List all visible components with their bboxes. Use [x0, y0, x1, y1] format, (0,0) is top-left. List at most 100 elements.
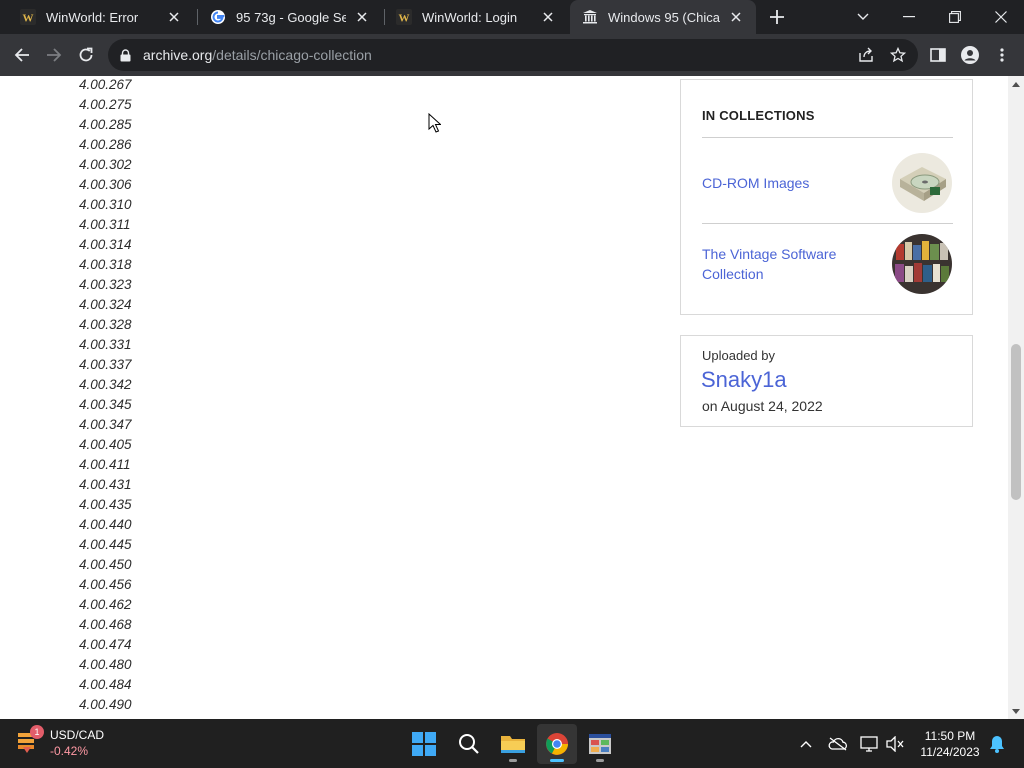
- speaker-muted-icon: [886, 736, 904, 752]
- forward-arrow-icon: [47, 48, 62, 62]
- chevron-down-icon: [857, 13, 869, 20]
- close-icon[interactable]: [166, 9, 182, 25]
- google-icon: [210, 9, 226, 25]
- scroll-up-arrow[interactable]: [1008, 76, 1024, 92]
- version-list-item: 4.00.468: [79, 617, 132, 632]
- taskbar-search-button[interactable]: [449, 724, 489, 764]
- minimize-button[interactable]: [886, 0, 932, 34]
- version-list-item: 4.00.490: [79, 697, 132, 712]
- tab-title: WinWorld: Login: [422, 9, 518, 25]
- collections-heading: IN COLLECTIONS: [702, 108, 815, 123]
- collection-link-vintage-software[interactable]: The Vintage Software Collection: [702, 244, 872, 284]
- version-list-item: 4.00.318: [79, 257, 132, 272]
- plus-icon: [770, 10, 784, 24]
- windows-logo-icon: [412, 732, 436, 756]
- running-indicator: [596, 759, 604, 762]
- caret-down-icon: [1012, 708, 1020, 714]
- file-explorer-button[interactable]: [493, 724, 533, 764]
- version-list-item: 4.00.345: [79, 397, 132, 412]
- app-taskbar-button[interactable]: [580, 724, 620, 764]
- folder-icon: [501, 736, 525, 753]
- divider: [702, 137, 953, 138]
- start-button[interactable]: [404, 724, 444, 764]
- side-panel-button[interactable]: [922, 39, 954, 71]
- version-list-item: 4.00.323: [79, 277, 132, 292]
- stock-widget[interactable]: 1 USD/CAD -0.42%: [14, 725, 104, 759]
- menu-button[interactable]: [986, 39, 1018, 71]
- stock-change: -0.42%: [50, 744, 89, 758]
- share-button[interactable]: [850, 39, 882, 71]
- collection-link-cd-rom-images[interactable]: CD-ROM Images: [702, 173, 809, 193]
- windows-taskbar: 1 USD/CAD -0.42% 11:50 PM 11/24/2023: [0, 719, 1024, 768]
- tab-winworld-error[interactable]: W WinWorld: Error: [8, 0, 194, 34]
- browser-toolbar: archive.org/details/chicago-collection: [0, 34, 1024, 76]
- lock-icon: [120, 48, 131, 61]
- restore-button[interactable]: [932, 0, 978, 34]
- tab-winworld-login[interactable]: W WinWorld: Login: [384, 0, 568, 34]
- network-volume-tray-icon[interactable]: [884, 733, 906, 755]
- close-window-button[interactable]: [978, 0, 1024, 34]
- tab-search-button[interactable]: [840, 0, 886, 34]
- new-tab-button[interactable]: [760, 0, 794, 34]
- uploaded-by-label: Uploaded by: [702, 348, 775, 363]
- close-icon[interactable]: [354, 9, 370, 25]
- version-list-item: 4.00.324: [79, 297, 132, 312]
- scrollbar-thumb[interactable]: [1011, 344, 1021, 500]
- version-list-item: 4.00.310: [79, 197, 132, 212]
- reload-icon: [79, 47, 93, 62]
- version-list-item: 4.00.286: [79, 137, 132, 152]
- scroll-down-arrow[interactable]: [1008, 703, 1024, 719]
- browser-tab-strip: W WinWorld: Error 95 73g - Google Searc …: [0, 0, 1024, 34]
- archive-org-icon: [582, 9, 598, 25]
- running-indicator: [550, 759, 564, 762]
- forward-button[interactable]: [38, 39, 70, 71]
- notifications-button[interactable]: [986, 733, 1008, 755]
- version-list-item: 4.00.480: [79, 657, 132, 672]
- url-domain: archive.org: [143, 47, 213, 63]
- side-panel-icon: [930, 48, 946, 62]
- display-tray-icon[interactable]: [858, 733, 880, 755]
- close-icon: [995, 11, 1007, 23]
- close-icon[interactable]: [540, 9, 556, 25]
- version-list-item: 4.00.306: [79, 177, 132, 192]
- onedrive-tray-icon[interactable]: [827, 733, 849, 755]
- show-hidden-icons-button[interactable]: [795, 733, 817, 755]
- svg-text:W: W: [23, 13, 34, 25]
- version-list-item: 4.00.285: [79, 117, 132, 132]
- clock-time: 11:50 PM: [924, 729, 976, 743]
- version-list-item: 4.00.440: [79, 517, 132, 532]
- uploader-name-link[interactable]: Snaky1a: [701, 367, 787, 393]
- winworld-icon: W: [396, 9, 412, 25]
- version-list-item: 4.00.314: [79, 237, 132, 252]
- version-list-item: 4.00.450: [79, 557, 132, 572]
- svg-text:W: W: [399, 13, 410, 25]
- version-list-item: 4.00.347: [79, 417, 132, 432]
- back-button[interactable]: [6, 39, 38, 71]
- tab-google-search[interactable]: 95 73g - Google Searc: [198, 0, 382, 34]
- address-bar[interactable]: archive.org/details/chicago-collection: [108, 39, 918, 71]
- chevron-up-icon: [800, 741, 812, 748]
- taskbar-clock[interactable]: 11:50 PM 11/24/2023: [914, 728, 986, 760]
- cd-rom-thumbnail[interactable]: [892, 153, 952, 213]
- star-icon: [890, 47, 906, 63]
- tab-title: 95 73g - Google Searc: [236, 9, 346, 25]
- profile-icon: [961, 46, 979, 64]
- software-boxes-thumbnail[interactable]: [892, 234, 952, 294]
- version-list-item: 4.00.431: [79, 477, 132, 492]
- reload-button[interactable]: [70, 39, 102, 71]
- version-list-item: 4.00.462: [79, 597, 132, 612]
- tab-windows-95-chicago[interactable]: Windows 95 (Chicago): [570, 0, 756, 34]
- version-list-item: 4.00.456: [79, 577, 132, 592]
- winworld-icon: W: [20, 9, 36, 25]
- version-list-item: 4.00.405: [79, 437, 132, 452]
- close-icon[interactable]: [728, 9, 744, 25]
- cloud-offline-icon: [828, 737, 847, 751]
- chrome-taskbar-button[interactable]: [537, 724, 577, 764]
- search-icon: [459, 734, 479, 754]
- restore-icon: [949, 11, 961, 23]
- version-list-item: 4.00.474: [79, 637, 132, 652]
- bookmark-button[interactable]: [882, 39, 914, 71]
- profile-button[interactable]: [954, 39, 986, 71]
- vertical-scrollbar[interactable]: [1008, 76, 1024, 719]
- version-list-item: 4.00.311: [79, 217, 131, 232]
